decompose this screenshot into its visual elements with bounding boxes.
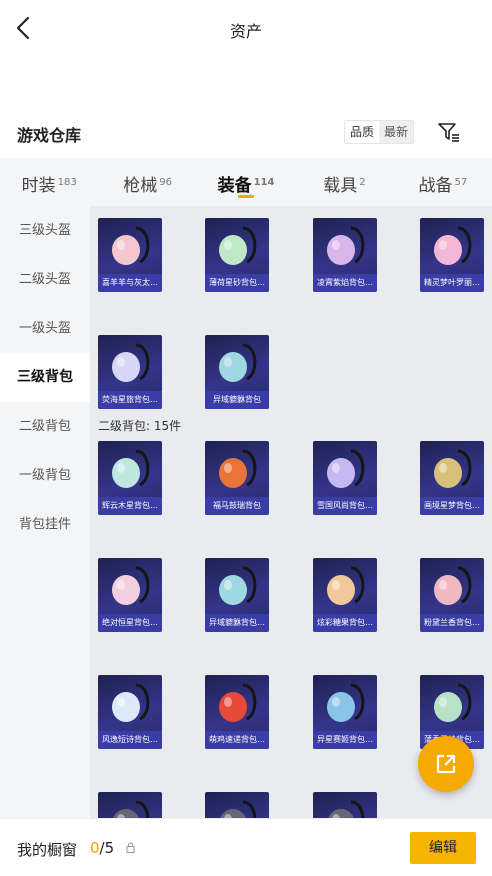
fairy-heart-backpack-icon	[434, 226, 472, 265]
bunny-backpack-icon	[112, 226, 150, 265]
item-name: 异星赛姬背包…	[313, 731, 377, 749]
item-card[interactable]: 异星赛姬背包…	[313, 675, 377, 749]
item-name: 炫彩糖果背包…	[313, 614, 377, 632]
item-card[interactable]: 荧海星旅背包…	[98, 335, 162, 409]
item-card[interactable]	[313, 792, 377, 818]
tab-vehicles[interactable]: 载具 2	[295, 158, 393, 206]
item-card[interactable]: 凌霄紫焰背包…	[313, 218, 377, 292]
dark-backpack-icon	[328, 800, 365, 818]
item-card[interactable]: 薄荷星砂背包…	[205, 218, 269, 292]
item-name: 福马鼓瑞背包	[205, 497, 269, 515]
item-grid: 二级背包: 15件 喜羊羊与灰太… 薄荷星砂背包… 凌霄紫焰背包… 精灵梦叶罗丽… 荧海…	[90, 206, 492, 818]
chick-backpack-icon	[219, 683, 257, 722]
item-name: 凌霄紫焰背包…	[313, 274, 377, 292]
active-tab-indicator	[238, 195, 255, 198]
group-label-level2: 二级背包: 15件	[98, 419, 182, 433]
sidebar-item-level1-helmet[interactable]: 一级头盔	[0, 304, 90, 353]
mech-backpack-icon	[219, 566, 257, 605]
item-card[interactable]: 异域貔貅背包…	[205, 558, 269, 632]
item-card[interactable]: 画境星梦背包…	[420, 441, 484, 515]
sidebar-item-level1-backpack[interactable]: 一级背包	[0, 451, 90, 500]
item-card[interactable]: 精灵梦叶罗丽…	[420, 218, 484, 292]
subcategory-sidebar: 三级头盔 二级头盔 一级头盔 三级背包 二级背包 一级背包 背包挂件	[0, 206, 90, 818]
sidebar-item-level3-helmet[interactable]: 三级头盔	[0, 206, 90, 255]
item-name: 异域貔貅背包	[205, 391, 269, 409]
tab-fashion[interactable]: 时装 183	[0, 158, 98, 206]
sidebar-item-backpack-charm[interactable]: 背包挂件	[0, 500, 90, 549]
share-button[interactable]	[418, 736, 474, 792]
dark-backpack-icon	[220, 800, 257, 818]
edit-button[interactable]: 编辑	[410, 832, 476, 864]
item-card[interactable]: 异域貔貅背包	[205, 335, 269, 409]
lantern-backpack-icon	[434, 449, 472, 488]
mech-backpack-icon	[219, 343, 257, 382]
item-card[interactable]: 萌鸡速递背包…	[205, 675, 269, 749]
item-card[interactable]: 绝对恒星背包…	[98, 558, 162, 632]
item-card[interactable]: 福马鼓瑞背包	[205, 441, 269, 515]
dark-backpack-icon	[113, 800, 150, 818]
tab-guns[interactable]: 枪械 96	[98, 158, 196, 206]
showcase-label: 我的橱窗	[17, 841, 78, 859]
snow-cap-backpack-icon	[327, 449, 365, 488]
sidebar-item-level2-backpack[interactable]: 二级背包	[0, 402, 90, 451]
item-name: 雪国风尚背包…	[313, 497, 377, 515]
item-name: 风逸短诗背包…	[98, 731, 162, 749]
mint-backpack-icon	[219, 226, 257, 265]
filter-icon[interactable]	[436, 119, 462, 145]
tab-equipment[interactable]: 装备 114	[197, 158, 295, 206]
item-name: 薄荷星砂背包…	[205, 274, 269, 292]
candy-backpack-icon	[327, 566, 365, 605]
sort-toggle: 品质 最新	[344, 120, 415, 144]
item-name: 异域貔貅背包…	[205, 614, 269, 632]
sort-option-latest[interactable]: 最新	[379, 121, 414, 143]
sidebar-item-level2-helmet[interactable]: 二级头盔	[0, 255, 90, 304]
external-link-icon	[436, 754, 456, 774]
item-card[interactable]: 炫彩糖果背包…	[313, 558, 377, 632]
item-name: 辉云木星背包…	[98, 497, 162, 515]
item-card[interactable]: 粉黛兰香背包…	[420, 558, 484, 632]
top-bar: 资产	[0, 0, 492, 56]
popcorn-backpack-icon	[112, 566, 150, 605]
item-name: 绝对恒星背包…	[98, 614, 162, 632]
lock-icon	[126, 842, 135, 853]
horse-backpack-icon	[219, 449, 257, 488]
page-title: 资产	[229, 22, 262, 41]
tab-combat-gear[interactable]: 战备 57	[394, 158, 492, 206]
bottom-bar: 我的橱窗 0/5 编辑	[0, 818, 492, 876]
item-name: 萌鸡速递背包…	[205, 731, 269, 749]
item-card[interactable]	[205, 792, 269, 818]
warehouse-title: 游戏仓库	[17, 126, 82, 145]
alien-rabbit-backpack-icon	[327, 683, 365, 722]
item-card[interactable]: 风逸短诗背包…	[98, 675, 162, 749]
item-card[interactable]: 喜羊羊与灰太…	[98, 218, 162, 292]
purple-flame-backpack-icon	[327, 226, 365, 265]
sidebar-item-level3-backpack[interactable]: 三级背包	[0, 353, 90, 402]
item-name: 荧海星旅背包…	[98, 391, 162, 409]
item-name: 粉黛兰香背包…	[420, 614, 484, 632]
showcase-count: 0/5	[90, 839, 115, 857]
sort-option-quality[interactable]: 品质	[345, 121, 379, 143]
item-card[interactable]: 雪国风尚背包…	[313, 441, 377, 515]
category-tabs: 时装 183 枪械 96 装备 114 载具 2 战备 57	[0, 158, 492, 206]
star-shell-backpack-icon	[112, 343, 150, 382]
item-name: 精灵梦叶罗丽…	[420, 274, 484, 292]
item-card[interactable]: 辉云木星背包…	[98, 441, 162, 515]
item-name: 喜羊羊与灰太…	[98, 274, 162, 292]
cloud-bunny-backpack-icon	[112, 449, 150, 488]
item-card[interactable]	[98, 792, 162, 818]
pink-crystal-backpack-icon	[434, 566, 472, 605]
item-name: 画境星梦背包…	[420, 497, 484, 515]
box-backpack-icon	[112, 683, 150, 722]
frog-backpack-icon	[434, 683, 472, 722]
